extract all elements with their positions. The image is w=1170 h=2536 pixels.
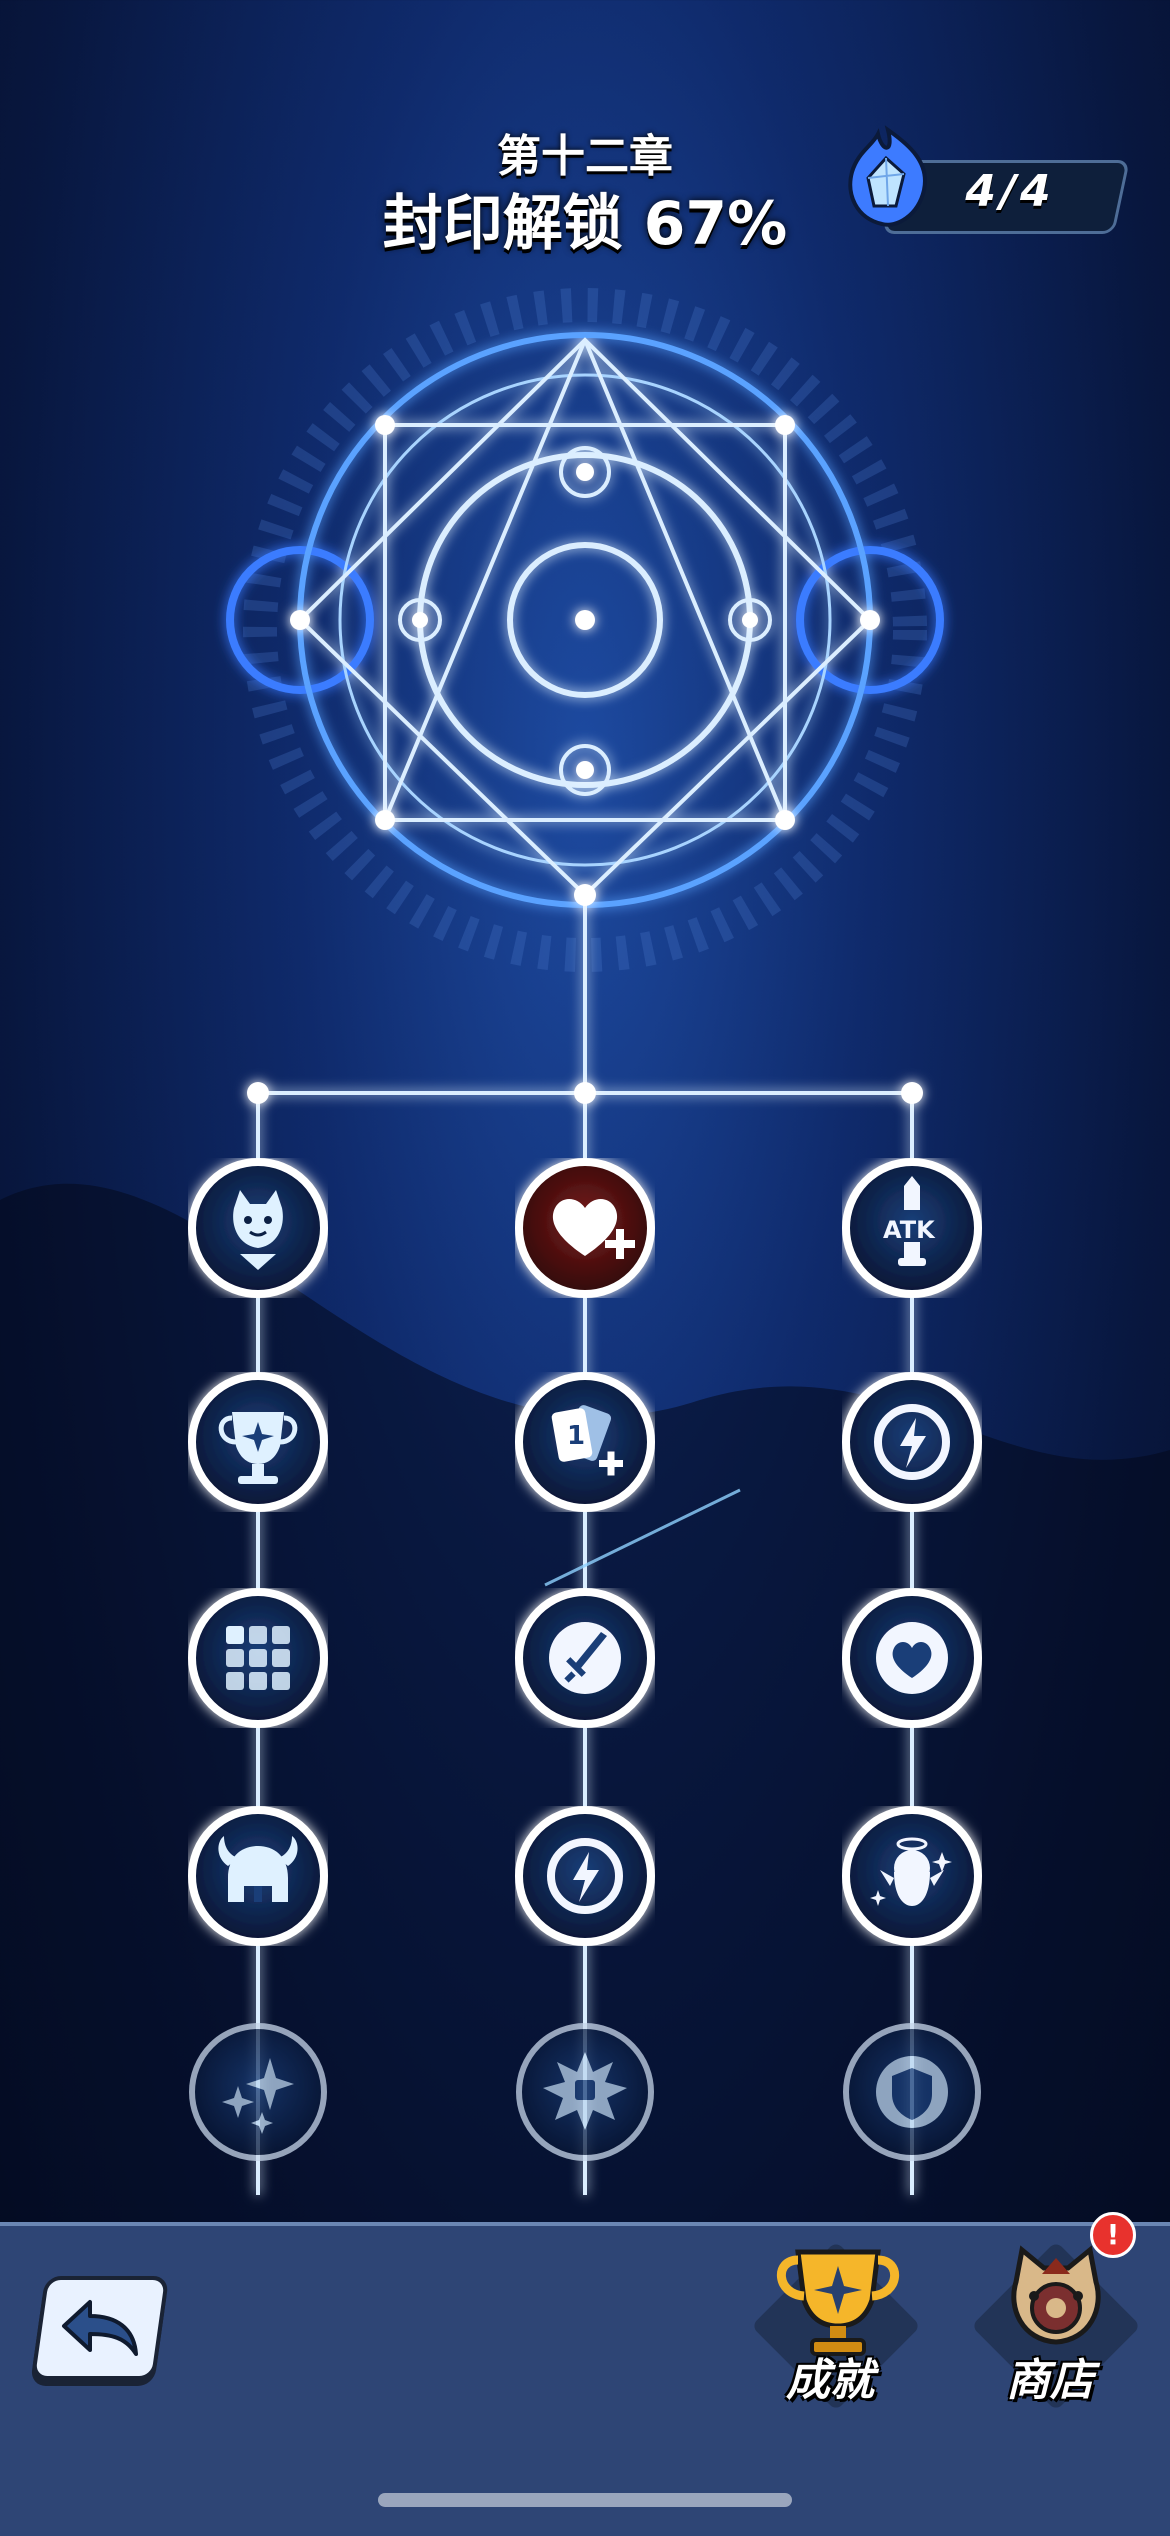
skill-node-heart[interactable]	[842, 1588, 982, 1728]
achievements-button[interactable]: 成就	[730, 2226, 921, 2426]
skill-node-viking-helmet[interactable]	[188, 1806, 328, 1946]
shield-icon	[876, 2056, 948, 2128]
back-arrow-icon	[62, 2300, 138, 2356]
skill-node-starburst[interactable]	[515, 2022, 655, 2162]
skill-node-grid[interactable]	[188, 1588, 328, 1728]
grid-icon	[226, 1626, 290, 1690]
currency-value: 4/4	[965, 166, 1055, 217]
skill-node-cat-face[interactable]	[188, 1158, 328, 1298]
skill-node-angel[interactable]	[842, 1806, 982, 1946]
shop-label: 商店	[1006, 2355, 1094, 2406]
skill-node-card-plus[interactable]: 1	[515, 1372, 655, 1512]
blue-flame-crystal-icon	[848, 125, 927, 227]
skill-node-trophy[interactable]	[188, 1372, 328, 1512]
svg-text:1: 1	[567, 1421, 585, 1451]
skill-node-shield[interactable]	[842, 2022, 982, 2162]
skill-node-sparkle[interactable]	[188, 2022, 328, 2162]
skill-node-heart-plus[interactable]	[515, 1158, 655, 1298]
sword-icon	[549, 1622, 621, 1694]
heart-icon	[876, 1622, 948, 1694]
skill-node-lightning-2[interactable]	[842, 1372, 982, 1512]
achievements-label: 成就	[786, 2355, 874, 2406]
back-button[interactable]	[30, 2276, 170, 2380]
skill-node-sword[interactable]	[515, 1588, 655, 1728]
skill-node-atk[interactable]: ATK	[842, 1158, 982, 1298]
skill-node-lightning[interactable]	[515, 1806, 655, 1946]
svg-text:ATK: ATK	[883, 1216, 936, 1244]
shop-notification-badge: !	[1090, 2212, 1136, 2258]
home-indicator[interactable]	[378, 2493, 792, 2507]
